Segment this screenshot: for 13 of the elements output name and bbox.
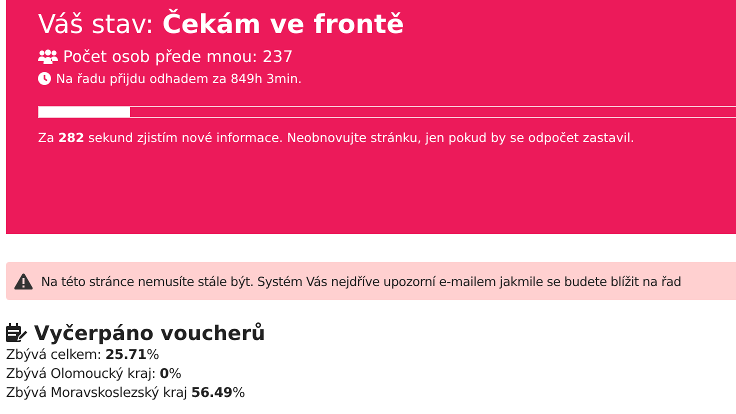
- status-title: Váš stav: Čekám ve frontě: [38, 8, 406, 42]
- clock-icon: [38, 72, 51, 84]
- voucher-stat: Zbývá Moravskoslezský kraj 56.49%: [6, 384, 246, 403]
- vouchers-heading: Vyčerpáno voucherů: [34, 320, 266, 346]
- people-ahead-text: Počet osob přede mnou: 237: [63, 46, 294, 66]
- alert-text: Na této stránce nemusíte stále být. Systém Vás nejdříve upozorní e-mailem jakmile se budete blížit na řad: [41, 274, 682, 288]
- voucher-stat: Zbývá celkem: 25.71%: [6, 346, 160, 365]
- estimate-text: Na řadu přijdu odhadem za 849h 3min.: [56, 70, 302, 86]
- warning-icon: [14, 272, 33, 290]
- people-icon: [38, 48, 58, 64]
- refresh-note: Za 282 sekund zjistím nové informace. Neobnovujte stránku, jen pokud by se odpočet zastavil.: [38, 130, 636, 145]
- voucher-stat: Zbývá Olomoucký kraj: 0%: [6, 365, 182, 384]
- calendar-edit-icon: [6, 323, 28, 343]
